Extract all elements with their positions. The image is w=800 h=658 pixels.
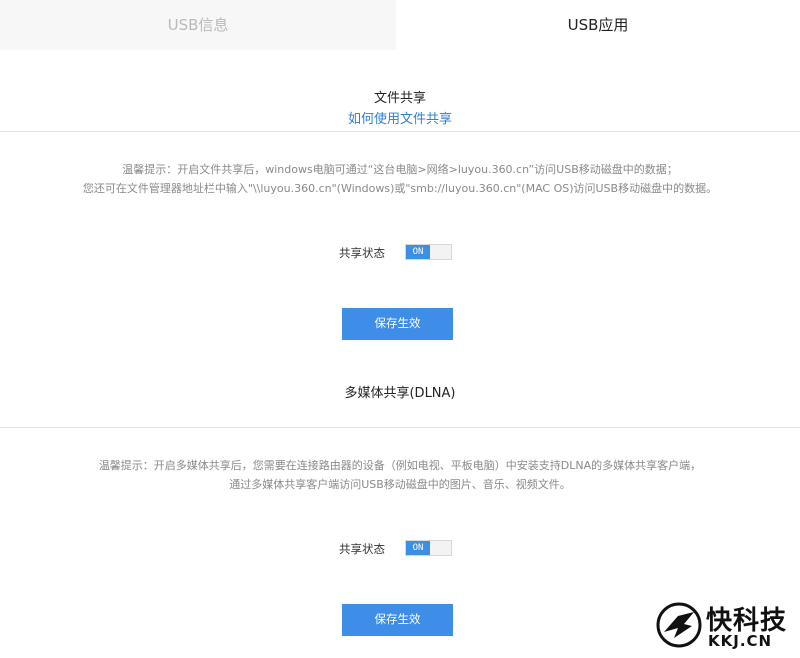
tab-usb-app[interactable]: USB应用: [396, 0, 800, 50]
dlna-status-label: 共享状态: [339, 542, 385, 556]
file-share-help-link[interactable]: 如何使用文件共享: [0, 108, 800, 127]
file-share-status-row: 共享状态 ON: [0, 244, 800, 262]
divider: [0, 131, 800, 132]
tab-bar: USB信息 USB应用: [0, 0, 800, 50]
tab-usb-info[interactable]: USB信息: [0, 0, 396, 50]
dlna-toggle[interactable]: ON: [405, 540, 452, 556]
dlna-save-button[interactable]: 保存生效: [342, 604, 453, 636]
file-share-tip-line2: 您还可在文件管理器地址栏中输入"\\luyou.360.cn"(Windows)…: [82, 182, 718, 195]
file-share-tip-line1: 温馨提示：开启文件共享后，windows电脑可通过“这台电脑>网络>luyou.…: [122, 163, 678, 176]
dlna-status-row: 共享状态 ON: [0, 540, 800, 558]
kkj-logo-icon: [656, 602, 702, 648]
file-share-save-button[interactable]: 保存生效: [342, 308, 453, 340]
file-share-title: 文件共享: [373, 91, 426, 106]
dlna-tip: 温馨提示：开启多媒体共享后，您需要在连接路由器的设备（例如电视、平板电脑）中安装…: [0, 456, 800, 494]
dlna-tip-line2: 通过多媒体共享客户端访问USB移动磁盘中的图片、音乐、视频文件。: [229, 478, 571, 491]
watermark-domain: KKJ.CN: [708, 632, 773, 650]
dlna-toggle-on: ON: [406, 541, 430, 555]
dlna-tip-line1: 温馨提示：开启多媒体共享后，您需要在连接路由器的设备（例如电视、平板电脑）中安装…: [98, 459, 702, 472]
file-share-status-label: 共享状态: [339, 246, 385, 260]
file-share-tip: 温馨提示：开启文件共享后，windows电脑可通过“这台电脑>网络>luyou.…: [0, 160, 800, 198]
watermark: 快科技 KKJ.CN: [650, 598, 800, 658]
usb-settings-page: USB信息 USB应用 文件共享 如何使用文件共享 温馨提示：开启文件共享后，w…: [0, 0, 800, 658]
file-share-toggle[interactable]: ON: [405, 244, 452, 260]
file-share-toggle-on: ON: [406, 245, 430, 259]
dlna-title: 多媒体共享(DLNA): [344, 386, 456, 401]
divider: [0, 427, 800, 428]
